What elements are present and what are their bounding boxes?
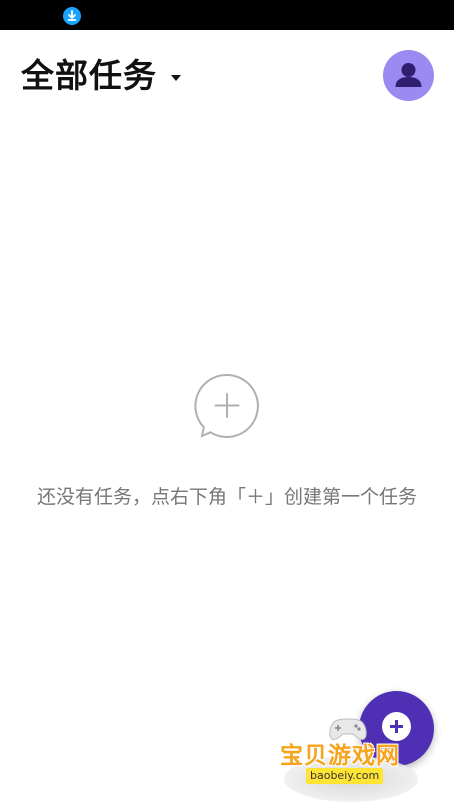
page-title: 全部任务 bbox=[21, 56, 157, 95]
status-bar bbox=[0, 0, 454, 30]
avatar-button[interactable] bbox=[383, 50, 434, 101]
watermark-name: 宝贝游戏网 bbox=[280, 743, 400, 769]
empty-state: 还没有任务，点右下角「＋」创建第一个任务 bbox=[0, 372, 454, 513]
download-icon bbox=[63, 7, 81, 25]
add-comment-icon bbox=[194, 373, 259, 438]
empty-state-message: 还没有任务，点右下角「＋」创建第一个任务 bbox=[36, 486, 417, 508]
task-filter-dropdown[interactable]: 全部任务 bbox=[21, 56, 181, 96]
watermark-logo: 宝贝游戏网 baobeiy.com bbox=[276, 712, 426, 804]
caret-down-icon bbox=[171, 75, 181, 81]
watermark-url: baobeiy.com bbox=[306, 768, 384, 784]
app-header: 全部任务 bbox=[0, 30, 454, 122]
user-avatar-icon bbox=[395, 63, 422, 87]
